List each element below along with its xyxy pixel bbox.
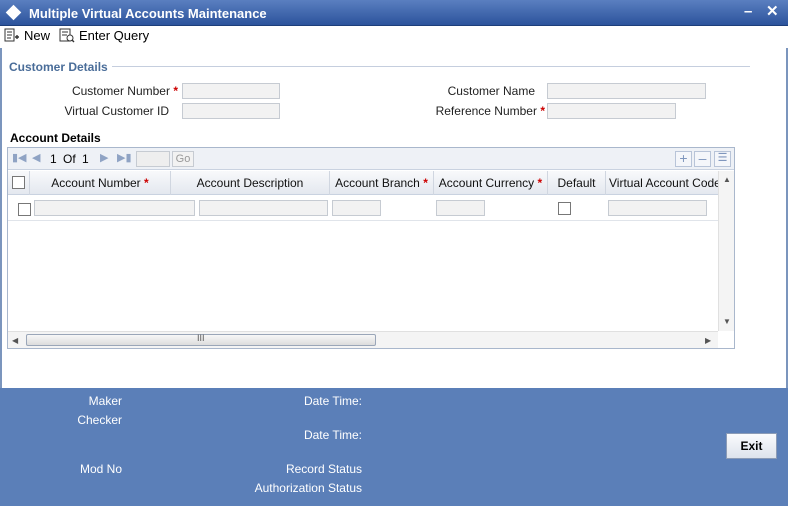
total-pages: 1 [82,152,89,166]
authorization-status-label: Authorization Status [254,481,362,495]
customer-number-label: Customer Number * [71,84,178,98]
horizontal-scrollbar[interactable]: ◀ III ▶ [8,331,718,348]
account-currency-input[interactable] [436,200,485,216]
account-details-title: Account Details [10,131,101,145]
enter-query-button-label: Enter Query [79,28,150,43]
list-icon: ☰ [717,152,728,164]
scroll-up-icon[interactable]: ▲ [723,175,731,184]
reference-number-field[interactable] [547,103,676,119]
account-details-grid: ▮◀ ◀ 1 Of 1 ▶ ▶▮ Go + – ☰ Account Number… [7,147,735,349]
previous-page-icon[interactable]: ◀ [32,151,40,164]
app-diamond-icon [5,4,22,21]
mod-no-label: Mod No [79,462,122,476]
account-number-input[interactable] [34,200,195,216]
customer-details-title: Customer Details [9,60,108,74]
scroll-down-icon[interactable]: ▼ [723,317,731,326]
column-header-account-branch[interactable]: Account Branch * [330,171,434,195]
customer-name-label: Customer Name [447,84,535,98]
new-document-icon [4,28,19,42]
virtual-customer-id-field[interactable] [182,103,280,119]
customer-name-field[interactable] [547,83,706,99]
add-row-button[interactable]: + [675,151,692,167]
section-divider [112,66,750,67]
column-header-account-currency[interactable]: Account Currency * [434,171,548,195]
checker-label: Checker [77,413,122,427]
scroll-grip: III [197,333,205,343]
table-row [8,196,718,221]
page-of-label: Of [63,152,76,166]
grid-header-row: Account Number * Account Description Acc… [8,171,718,195]
horizontal-scroll-thumb[interactable]: III [26,333,376,346]
new-button-label: New [24,28,51,43]
account-branch-input[interactable] [332,200,381,216]
column-header-account-number[interactable]: Account Number * [30,171,171,195]
checker-date-time-label: Date Time: [303,428,362,442]
column-header-account-description[interactable]: Account Description [171,171,330,195]
customer-number-field[interactable] [182,83,280,99]
scroll-right-icon[interactable]: ▶ [705,336,711,345]
vertical-scrollbar[interactable]: ▲ ▼ [718,171,734,331]
go-button[interactable]: Go [172,151,194,167]
maker-label: Maker [88,394,122,408]
account-description-input[interactable] [199,200,328,216]
next-page-icon[interactable]: ▶ [100,151,108,164]
enter-query-button[interactable]: Enter Query [59,28,149,43]
close-icon[interactable]: ✕ [766,3,779,21]
default-checkbox[interactable] [558,202,571,215]
last-page-icon[interactable]: ▶▮ [117,151,132,164]
record-status-label: Record Status [285,462,362,476]
select-all-checkbox[interactable] [12,176,25,189]
column-header-default[interactable]: Default [548,171,606,195]
minus-icon: – [698,150,707,166]
delete-row-button[interactable]: – [694,151,711,167]
current-page: 1 [50,152,57,166]
row-select-checkbox[interactable] [18,203,31,216]
page-number-input[interactable] [136,151,170,167]
first-page-icon[interactable]: ▮◀ [12,151,27,164]
query-icon [59,28,75,43]
scroll-left-icon[interactable]: ◀ [12,336,18,345]
audit-footer: Maker Date Time: Checker Date Time: Mod … [0,388,788,506]
single-record-view-button[interactable]: ☰ [714,151,731,167]
virtual-account-code-input[interactable] [608,200,707,216]
window-title-bar: Multiple Virtual Accounts Maintenance – … [0,0,788,26]
column-header-virtual-account-code[interactable]: Virtual Account Code [606,171,718,195]
new-button[interactable]: New [4,28,50,43]
virtual-customer-id-label: Virtual Customer ID [64,104,169,118]
exit-button[interactable]: Exit [726,433,777,459]
minimize-icon[interactable]: – [744,3,752,21]
window-title: Multiple Virtual Accounts Maintenance [29,6,267,21]
toolbar: New Enter Query [0,26,788,48]
select-all-cell [8,171,30,195]
grid-pagination-bar: ▮◀ ◀ 1 Of 1 ▶ ▶▮ Go + – ☰ [8,148,734,170]
plus-icon: + [679,150,688,166]
maker-date-time-label: Date Time: [303,394,362,408]
reference-number-label: Reference Number * [435,104,545,118]
